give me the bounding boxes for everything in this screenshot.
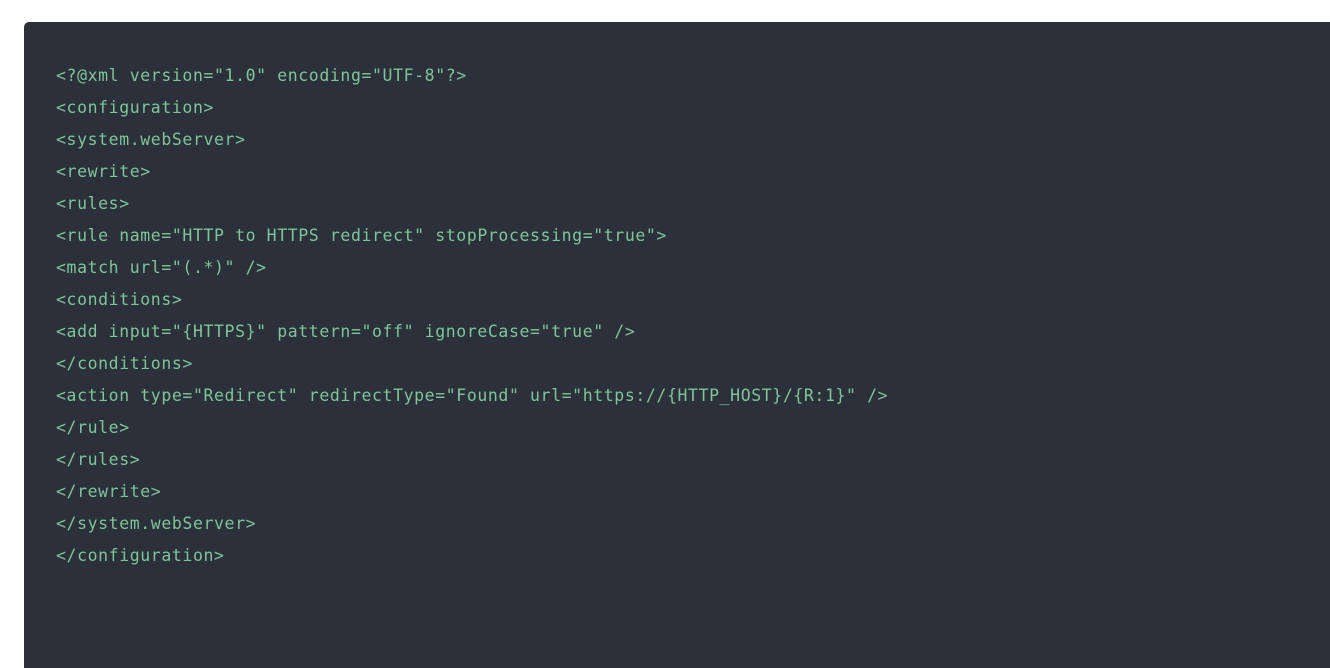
xml-code-block[interactable]: <?@xml version="1.0" encoding="UTF-8"?> <… (24, 22, 1330, 572)
code-line: </conditions> (56, 354, 193, 373)
code-line: <rewrite> (56, 162, 151, 181)
code-scroll-area[interactable]: <?@xml version="1.0" encoding="UTF-8"?> <… (24, 22, 1330, 668)
code-block-panel: <?@xml version="1.0" encoding="UTF-8"?> <… (24, 22, 1330, 668)
code-line: <rules> (56, 194, 130, 213)
code-line: </system.webServer> (56, 514, 257, 533)
code-line: <conditions> (56, 290, 183, 309)
code-line: <system.webServer> (56, 130, 246, 149)
code-line: <rule name="HTTP to HTTPS redirect" stop… (56, 226, 667, 245)
code-line: <add input="{HTTPS}" pattern="off" ignor… (56, 322, 636, 341)
code-line: </rule> (56, 418, 130, 437)
code-line: </rules> (56, 450, 141, 469)
code-line: <match url="(.*)" /> (56, 258, 267, 277)
code-content: <?@xml version="1.0" encoding="UTF-8"?> <… (56, 60, 1330, 572)
page-root: <?@xml version="1.0" encoding="UTF-8"?> <… (0, 0, 1330, 668)
code-line: <configuration> (56, 98, 215, 117)
code-line: <action type="Redirect" redirectType="Fo… (56, 386, 889, 405)
code-line: </configuration> (56, 546, 225, 565)
code-line: <?@xml version="1.0" encoding="UTF-8"?> (56, 66, 467, 85)
code-line: </rewrite> (56, 482, 162, 501)
